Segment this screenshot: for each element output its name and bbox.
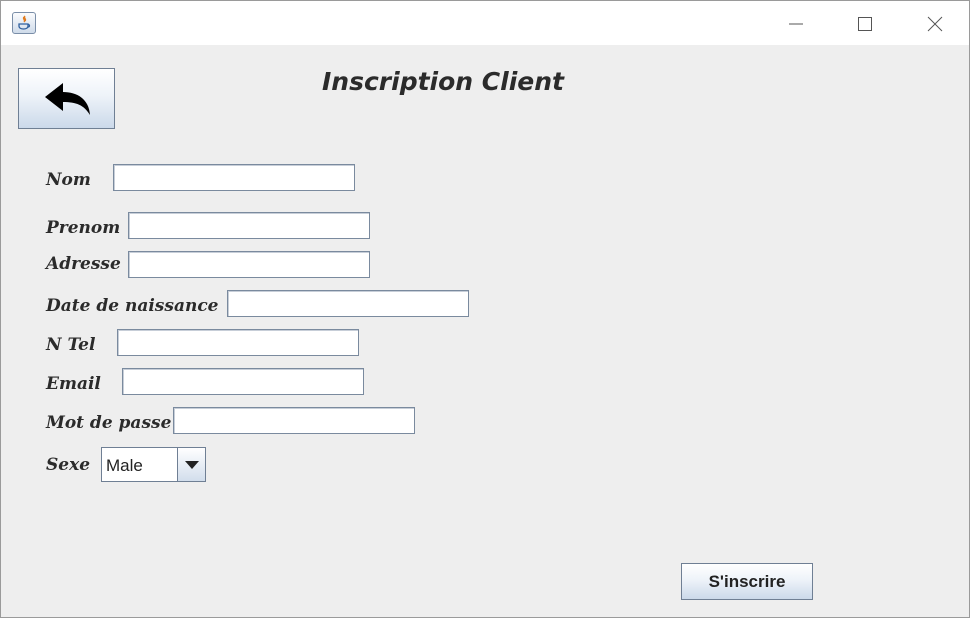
- chevron-down-icon: [185, 461, 199, 469]
- label-date-naissance: Date de naissance: [46, 296, 219, 316]
- back-button[interactable]: [18, 68, 115, 129]
- submit-button[interactable]: S'inscrire: [681, 563, 813, 600]
- label-mot-de-passe: Mot de passe: [46, 413, 172, 433]
- dropdown-arrow-button[interactable]: [177, 448, 205, 481]
- maximize-icon[interactable]: [852, 11, 878, 37]
- back-arrow-icon: [45, 83, 90, 115]
- title-bar: [1, 1, 969, 45]
- nom-field[interactable]: [113, 164, 355, 191]
- close-icon[interactable]: [922, 11, 948, 37]
- label-nom: Nom: [46, 170, 91, 190]
- date-naissance-field[interactable]: [227, 290, 469, 317]
- minimize-icon[interactable]: [783, 11, 809, 37]
- sexe-selected-value: Male: [106, 456, 143, 475]
- sexe-select[interactable]: Male: [101, 447, 206, 482]
- label-email: Email: [46, 374, 101, 394]
- app-window: Inscription Client Nom Prenom Adresse Da…: [0, 0, 970, 618]
- prenom-field[interactable]: [128, 212, 370, 239]
- adresse-field[interactable]: [128, 251, 370, 278]
- label-prenom: Prenom: [46, 218, 121, 238]
- java-app-icon[interactable]: [12, 12, 36, 34]
- page-title: Inscription Client: [322, 67, 564, 96]
- label-tel: N Tel: [46, 335, 96, 355]
- email-field[interactable]: [122, 368, 364, 395]
- mot-de-passe-field[interactable]: [173, 407, 415, 434]
- label-adresse: Adresse: [46, 254, 121, 274]
- label-sexe: Sexe: [46, 455, 91, 475]
- tel-field[interactable]: [117, 329, 359, 356]
